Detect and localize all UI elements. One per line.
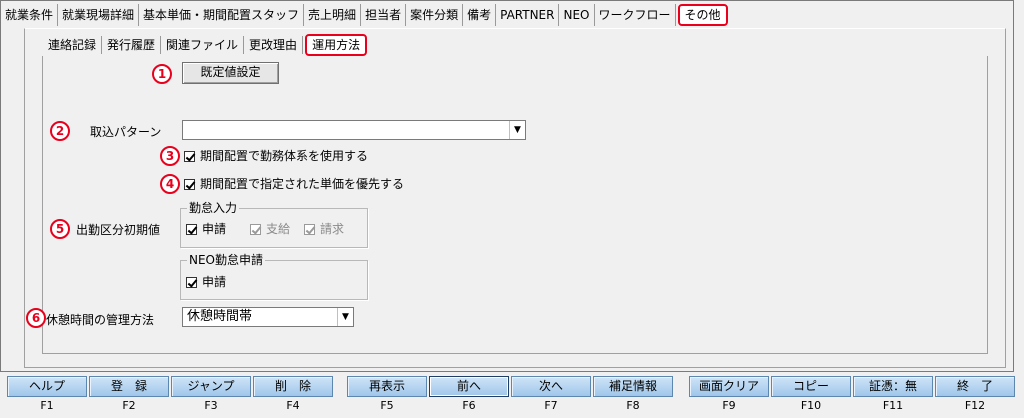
callout-badge-6: 6 — [26, 308, 46, 328]
f2-label: F2 — [122, 399, 136, 412]
prioritize-price-label: 期間配置で指定された単価を優先する — [200, 177, 405, 191]
attendance-bill-checkbox — [304, 224, 315, 235]
f7-label: F7 — [544, 399, 558, 412]
copy-button[interactable]: コピー — [771, 376, 851, 397]
previous-button[interactable]: 前へ — [429, 376, 509, 397]
attendance-bill-checkbox-row: 請求 — [304, 221, 344, 237]
f4-label: F4 — [286, 399, 300, 412]
default-settings-button[interactable]: 既定値設定 — [182, 62, 279, 84]
f9-label: F9 — [722, 399, 736, 412]
use-work-system-label: 期間配置で勤務体系を使用する — [200, 149, 369, 163]
f5-refresh[interactable]: 再表示 F5 — [347, 376, 427, 415]
f11-voucher[interactable]: 証憑：無 F11 — [853, 376, 933, 415]
callout-badge-3: 3 — [160, 146, 180, 166]
break-management-label: 休憩時間の管理方法 — [46, 313, 155, 327]
callout-badge-4: 4 — [160, 174, 180, 194]
attendance-pay-checkbox — [250, 224, 261, 235]
subtab-related-files[interactable]: 関連ファイル — [161, 36, 245, 54]
tab-person-in-charge[interactable]: 担当者 — [361, 4, 407, 26]
tab-partner[interactable]: PARTNER — [496, 4, 560, 26]
f10-label: F10 — [800, 399, 822, 412]
tab-case-category[interactable]: 案件分類 — [406, 4, 464, 26]
attendance-apply-checkbox[interactable] — [186, 224, 197, 235]
attendance-pay-label: 支給 — [266, 222, 291, 236]
break-management-value: 休憩時間帯 — [187, 309, 253, 324]
supplementary-info-button[interactable]: 補足情報 — [593, 376, 673, 397]
f3-jump[interactable]: ジャンプ F3 — [171, 376, 251, 415]
prioritize-price-checkbox-row[interactable]: 期間配置で指定された単価を優先する — [184, 176, 404, 192]
import-pattern-label: 取込パターン — [90, 125, 162, 139]
neo-attendance-group-title: NEO勤怠申請 — [187, 253, 266, 267]
tab-remarks[interactable]: 備考 — [463, 4, 497, 26]
exit-button[interactable]: 終 了 — [935, 376, 1015, 397]
jump-button[interactable]: ジャンプ — [171, 376, 251, 397]
attendance-apply-checkbox-row[interactable]: 申請 — [186, 221, 226, 237]
refresh-button[interactable]: 再表示 — [347, 376, 427, 397]
f12-label: F12 — [964, 399, 986, 412]
use-work-system-checkbox[interactable] — [184, 151, 195, 162]
attendance-bill-label: 請求 — [320, 222, 345, 236]
top-tab-bar: 就業条件 就業現場詳細 基本単価・期間配置スタッフ 売上明細 担当者 案件分類 … — [1, 2, 728, 28]
clear-screen-button[interactable]: 画面クリア — [689, 376, 769, 397]
attendance-apply-label: 申請 — [202, 222, 227, 236]
chevron-down-icon[interactable]: ▼ — [509, 121, 525, 139]
function-key-bar: ヘルプ F1 登 録 F2 ジャンプ F3 削 除 F4 再表示 F5 前へ F6 次へ F7… — [0, 376, 1024, 418]
f10-copy[interactable]: コピー F10 — [771, 376, 851, 415]
f6-label: F6 — [462, 399, 476, 412]
f1-label: F1 — [40, 399, 54, 412]
callout-badge-5: 5 — [50, 219, 70, 239]
tab-neo[interactable]: NEO — [559, 4, 595, 26]
f7-next[interactable]: 次へ F7 — [511, 376, 591, 415]
subtab-contact-log[interactable]: 連絡記録 — [44, 36, 103, 54]
f12-exit[interactable]: 終 了 F12 — [935, 376, 1015, 415]
tab-work-site-details[interactable]: 就業現場詳細 — [58, 4, 140, 26]
register-button[interactable]: 登 録 — [89, 376, 169, 397]
f8-label: F8 — [626, 399, 640, 412]
use-work-system-checkbox-row[interactable]: 期間配置で勤務体系を使用する — [184, 148, 368, 164]
help-button[interactable]: ヘルプ — [7, 376, 87, 397]
tab-basic-price-staff[interactable]: 基本単価・期間配置スタッフ — [139, 4, 305, 26]
subtab-operation-method[interactable]: 運用方法 — [305, 34, 368, 56]
tab-sales-details[interactable]: 売上明細 — [304, 4, 362, 26]
f1-help[interactable]: ヘルプ F1 — [7, 376, 87, 415]
import-pattern-select[interactable]: ▼ — [182, 120, 526, 140]
f3-label: F3 — [204, 399, 218, 412]
callout-badge-1: 1 — [152, 64, 172, 84]
sub-tab-bar: 連絡記録 発行履歴 関連ファイル 更改理由 運用方法 — [44, 34, 368, 56]
f8-supplementary[interactable]: 補足情報 F8 — [593, 376, 673, 415]
subtab-renewal-reason[interactable]: 更改理由 — [244, 36, 304, 54]
f5-label: F5 — [380, 399, 394, 412]
attendance-initial-label: 出勤区分初期値 — [76, 223, 161, 237]
tab-work-conditions[interactable]: 就業条件 — [1, 4, 59, 26]
f11-label: F11 — [882, 399, 904, 412]
subtab-issue-history[interactable]: 発行履歴 — [102, 36, 162, 54]
neo-apply-checkbox-row[interactable]: 申請 — [186, 274, 226, 290]
neo-apply-label: 申請 — [202, 275, 227, 289]
delete-button[interactable]: 削 除 — [253, 376, 333, 397]
chevron-down-icon[interactable]: ▼ — [337, 308, 353, 326]
break-management-select[interactable]: 休憩時間帯 ▼ — [182, 307, 354, 327]
voucher-button[interactable]: 証憑：無 — [853, 376, 933, 397]
next-button[interactable]: 次へ — [511, 376, 591, 397]
f4-delete[interactable]: 削 除 F4 — [253, 376, 333, 415]
callout-badge-2: 2 — [50, 121, 70, 141]
attendance-pay-checkbox-row: 支給 — [250, 221, 290, 237]
prioritize-price-checkbox[interactable] — [184, 179, 195, 190]
f6-previous[interactable]: 前へ F6 — [429, 376, 509, 415]
tab-other[interactable]: その他 — [677, 4, 728, 26]
tab-workflow[interactable]: ワークフロー — [595, 4, 676, 26]
attendance-input-group-title: 勤怠入力 — [187, 201, 240, 215]
f9-clear[interactable]: 画面クリア F9 — [689, 376, 769, 415]
neo-apply-checkbox[interactable] — [186, 277, 197, 288]
f2-register[interactable]: 登 録 F2 — [89, 376, 169, 415]
